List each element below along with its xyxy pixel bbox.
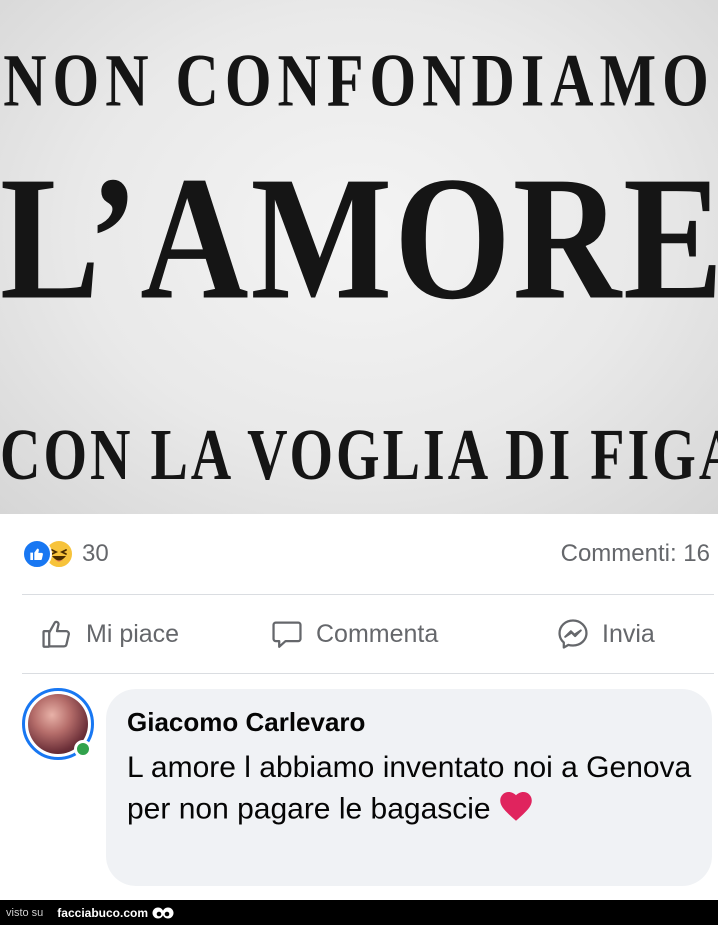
watermark-bar: visto su facciabuco.com: [0, 900, 718, 925]
reaction-count: 30: [82, 540, 109, 567]
commenter-avatar[interactable]: [22, 688, 94, 760]
like-label: Mi piace: [86, 619, 180, 648]
comment-bubble[interactable]: Giacomo Carlevaro L amore l abbiamo inve…: [106, 689, 712, 886]
comment-body: L amore l abbiamo inventato noi a Genova…: [127, 748, 697, 833]
eyes-logo-icon: [152, 906, 174, 920]
comment-label: Commenta: [316, 619, 439, 648]
comments-count-link[interactable]: Commenti: 16: [561, 540, 710, 568]
like-icon: [22, 539, 52, 569]
reactions-summary[interactable]: 30: [22, 536, 109, 572]
poster-line-1: NON CONFONDIAMO: [3, 39, 715, 122]
watermark-brand: facciabuco.com: [57, 905, 148, 920]
thumbs-up-icon: [42, 620, 70, 648]
send-button[interactable]: Invia: [556, 614, 655, 654]
poster-line-3: CON LA VOGLIA DI FIGA: [0, 415, 718, 496]
watermark-prefix: visto su: [6, 906, 44, 919]
comment-author[interactable]: Giacomo Carlevaro: [127, 707, 692, 738]
comment-icon: [272, 621, 302, 648]
like-button[interactable]: Mi piace: [40, 614, 179, 654]
post-image[interactable]: NON CONFONDIAMO L’AMORE CON LA VOGLIA DI…: [0, 0, 718, 514]
divider: [22, 673, 714, 674]
online-status-indicator: [74, 740, 92, 758]
send-label: Invia: [602, 619, 655, 648]
comment-text: L amore l abbiamo inventato noi a Genova…: [127, 751, 692, 826]
divider: [22, 594, 714, 595]
messenger-icon: [558, 619, 588, 649]
poster-line-2: L’AMORE: [0, 140, 718, 337]
comment-button[interactable]: Commenta: [270, 614, 438, 654]
heart-icon: [497, 788, 535, 833]
